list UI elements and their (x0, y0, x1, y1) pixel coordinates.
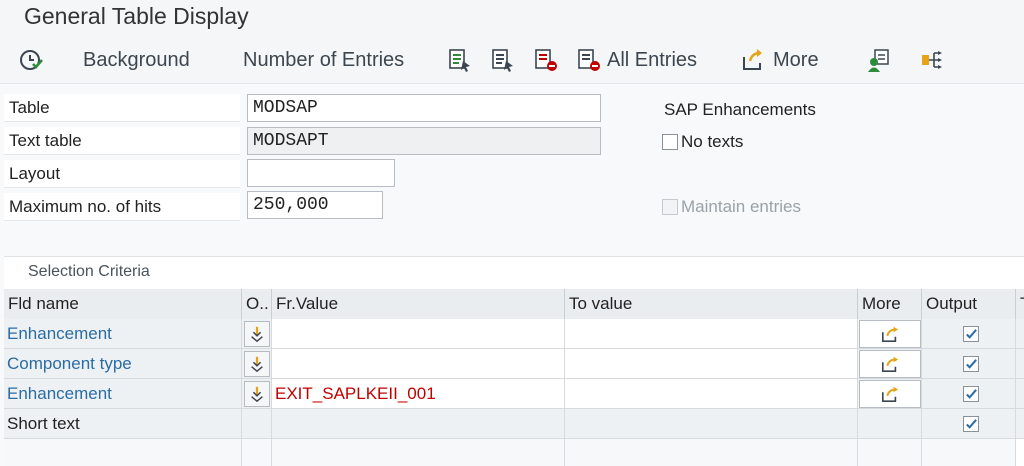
table-row-2-field-name[interactable]: Component type (4, 349, 242, 379)
col-header-more[interactable]: More (858, 289, 922, 319)
more-menu-button[interactable]: More (773, 46, 819, 74)
output-checkbox-checked-icon[interactable] (963, 326, 979, 342)
col-header-from-value[interactable]: Fr.Value (272, 289, 565, 319)
max-hits-field[interactable]: 250,000 (247, 191, 383, 219)
multiple-selection-arrow-icon[interactable] (859, 320, 921, 348)
empty-row-cell (242, 439, 272, 466)
sap-enhancements-title: SAP Enhancements (664, 100, 816, 119)
empty-row-cell (922, 439, 1016, 466)
selection-criteria-title: Selection Criteria (28, 263, 150, 280)
table-row-1-text-cell (1016, 319, 1024, 349)
multiple-selection-arrow-icon[interactable] (859, 380, 921, 408)
maintain-entries-checkbox (662, 199, 678, 215)
text-table-label: Text table (4, 127, 240, 155)
empty-row-cell (565, 439, 858, 466)
col-header-fld-name[interactable]: Fld name (4, 289, 242, 319)
execute-icon[interactable] (18, 47, 44, 73)
title-bar: General Table Display (0, 0, 1024, 36)
col-header-text[interactable]: T (1016, 289, 1024, 319)
table-row-2-from-value[interactable] (272, 349, 565, 379)
empty-row-cell (4, 439, 242, 466)
table-row-4-text-cell (1016, 409, 1024, 439)
table-row-1-to-value[interactable] (565, 319, 858, 349)
more-arrow-icon[interactable] (740, 47, 766, 73)
output-checkbox-checked-icon[interactable] (963, 416, 979, 432)
layout-field[interactable] (247, 159, 395, 187)
table-row-1-from-value[interactable] (272, 319, 565, 349)
application-toolbar: Background Number of Entries All Entries… (0, 36, 1024, 84)
header-area: Table MODSAP Text table MODSAPT Layout M… (0, 92, 1024, 252)
user-settings-icon[interactable] (866, 47, 892, 73)
table-row-2-to-value[interactable] (565, 349, 858, 379)
table-row-4-option-cell (242, 409, 272, 439)
table-row-3-to-value[interactable] (565, 379, 858, 409)
col-header-to-value[interactable]: To value (565, 289, 858, 319)
selection-option-icon[interactable] (244, 381, 270, 407)
hierarchy-icon[interactable] (920, 47, 946, 73)
no-texts-label: No texts (681, 132, 744, 151)
multiple-selection-arrow-icon[interactable] (859, 350, 921, 378)
deselect-all-icon[interactable] (533, 47, 559, 73)
table-field[interactable]: MODSAP (247, 94, 601, 122)
selection-criteria-panel: Selection Criteria Fld name O.. Fr.Value… (4, 256, 1024, 466)
output-checkbox-checked-icon[interactable] (963, 386, 979, 402)
select-all-icon[interactable] (447, 47, 473, 73)
table-row-4-from-value (272, 409, 565, 439)
table-row-3-text-cell (1016, 379, 1024, 409)
output-checkbox-checked-icon[interactable] (963, 356, 979, 372)
all-entries-button[interactable]: All Entries (607, 46, 697, 74)
table-row-2-text-cell (1016, 349, 1024, 379)
table-row-3-field-name[interactable]: Enhancement (4, 379, 242, 409)
table-row-1-field-name[interactable]: Enhancement (4, 319, 242, 349)
selection-option-icon[interactable] (244, 351, 270, 377)
selection-option-icon[interactable] (244, 321, 270, 347)
page-title: General Table Display (24, 3, 249, 29)
col-header-option[interactable]: O.. (242, 289, 272, 319)
layout-label: Layout (4, 160, 240, 188)
max-hits-label: Maximum no. of hits (4, 193, 240, 221)
table-row-4-to-value (565, 409, 858, 439)
table-label: Table (4, 94, 240, 122)
empty-row-cell (272, 439, 565, 466)
number-of-entries-button[interactable]: Number of Entries (243, 46, 404, 74)
col-header-output[interactable]: Output (922, 289, 1016, 319)
table-row-3-from-value[interactable]: EXIT_SAPLKEII_001 (272, 379, 565, 409)
deselect-block-icon[interactable] (576, 47, 602, 73)
empty-row-cell (858, 439, 922, 466)
text-table-field: MODSAPT (247, 127, 601, 155)
table-row-4-more-cell (858, 409, 922, 439)
maintain-entries-label: Maintain entries (681, 197, 802, 216)
table-row-4-field-name: Short text (4, 409, 242, 439)
select-block-icon[interactable] (490, 47, 516, 73)
background-button[interactable]: Background (83, 46, 190, 74)
no-texts-checkbox[interactable] (662, 134, 678, 150)
